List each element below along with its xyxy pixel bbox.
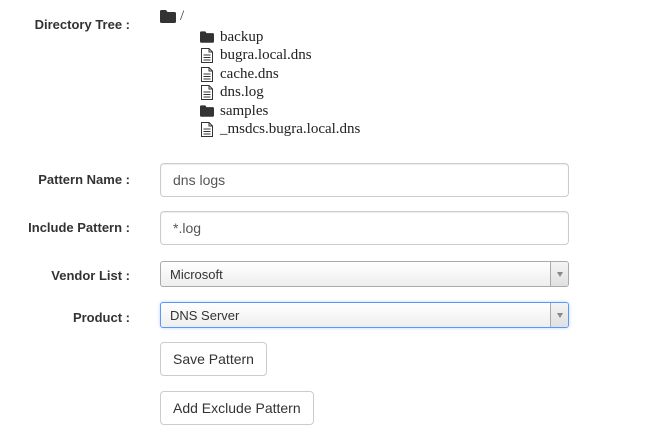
product-select[interactable]: DNS Server — [160, 302, 569, 328]
vendor-list-label: Vendor List : — [51, 268, 130, 283]
tree-item-label: cache.dns — [220, 65, 279, 82]
directory-tree-list: backup bugra.local.dns cache.dns dns.log… — [200, 28, 360, 139]
tree-item-msdcs-bugra-local-dns[interactable]: _msdcs.bugra.local.dns — [200, 121, 360, 140]
include-pattern-input[interactable] — [160, 211, 569, 245]
include-pattern-label: Include Pattern : — [28, 220, 130, 235]
tree-item-bugra-local-dns[interactable]: bugra.local.dns — [200, 47, 360, 66]
folder-icon — [200, 103, 214, 119]
product-label: Product : — [72, 310, 130, 325]
directory-tree-label: Directory Tree : — [34, 17, 130, 32]
tree-item-label: _msdcs.bugra.local.dns — [220, 121, 361, 138]
product-selected: DNS Server — [170, 307, 240, 323]
folder-icon — [200, 29, 214, 45]
tree-item-label: backup — [220, 28, 264, 45]
file-icon — [200, 122, 214, 138]
pattern-name-label: Pattern Name : — [38, 172, 130, 187]
tree-item-label: samples — [220, 102, 269, 119]
tree-root-label: / — [180, 8, 185, 24]
vendor-list-select[interactable]: Microsoft — [160, 261, 569, 287]
file-icon — [200, 48, 214, 64]
chevron-down-icon[interactable] — [550, 303, 568, 327]
file-icon — [200, 85, 214, 101]
tree-item-label: dns.log — [220, 84, 264, 101]
add-exclude-pattern-button[interactable]: Add Exclude Pattern — [160, 391, 314, 425]
save-pattern-button[interactable]: Save Pattern — [160, 342, 267, 376]
tree-item-samples[interactable]: samples — [200, 102, 360, 121]
tree-item-backup[interactable]: backup — [200, 28, 360, 47]
vendor-list-selected: Microsoft — [170, 266, 223, 282]
chevron-down-icon[interactable] — [550, 262, 568, 286]
folder-icon — [160, 10, 176, 23]
tree-item-dns-log[interactable]: dns.log — [200, 84, 360, 103]
tree-root[interactable]: / — [160, 8, 184, 25]
tree-item-cache-dns[interactable]: cache.dns — [200, 65, 360, 84]
pattern-name-input[interactable] — [160, 163, 569, 197]
tree-item-label: bugra.local.dns — [220, 47, 312, 64]
file-icon — [200, 66, 214, 82]
